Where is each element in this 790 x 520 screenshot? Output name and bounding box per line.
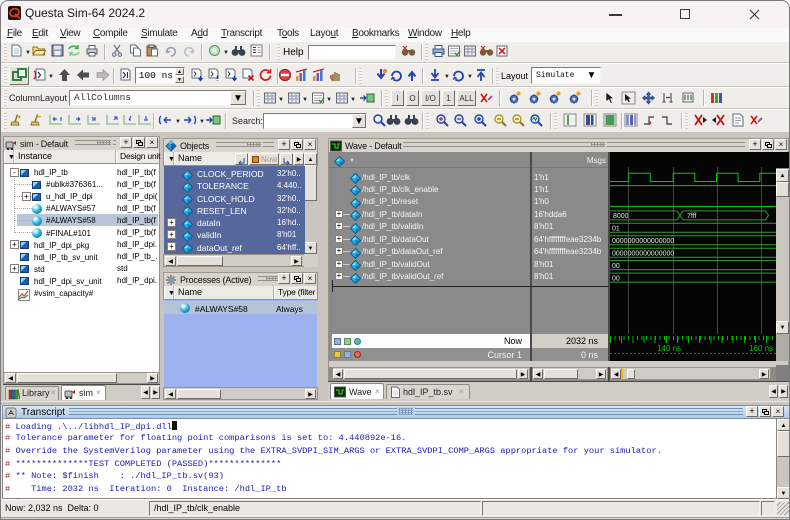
svg-text:0000000000000000: 0000000000000000 — [612, 251, 674, 258]
svg-text:8000: 8000 — [613, 213, 629, 220]
svg-text:0000000000000000: 0000000000000000 — [612, 238, 674, 245]
svg-text:00: 00 — [612, 263, 620, 270]
svg-text:01: 01 — [612, 226, 620, 233]
svg-text:7fff: 7fff — [687, 213, 697, 220]
svg-text:00: 00 — [612, 275, 620, 282]
